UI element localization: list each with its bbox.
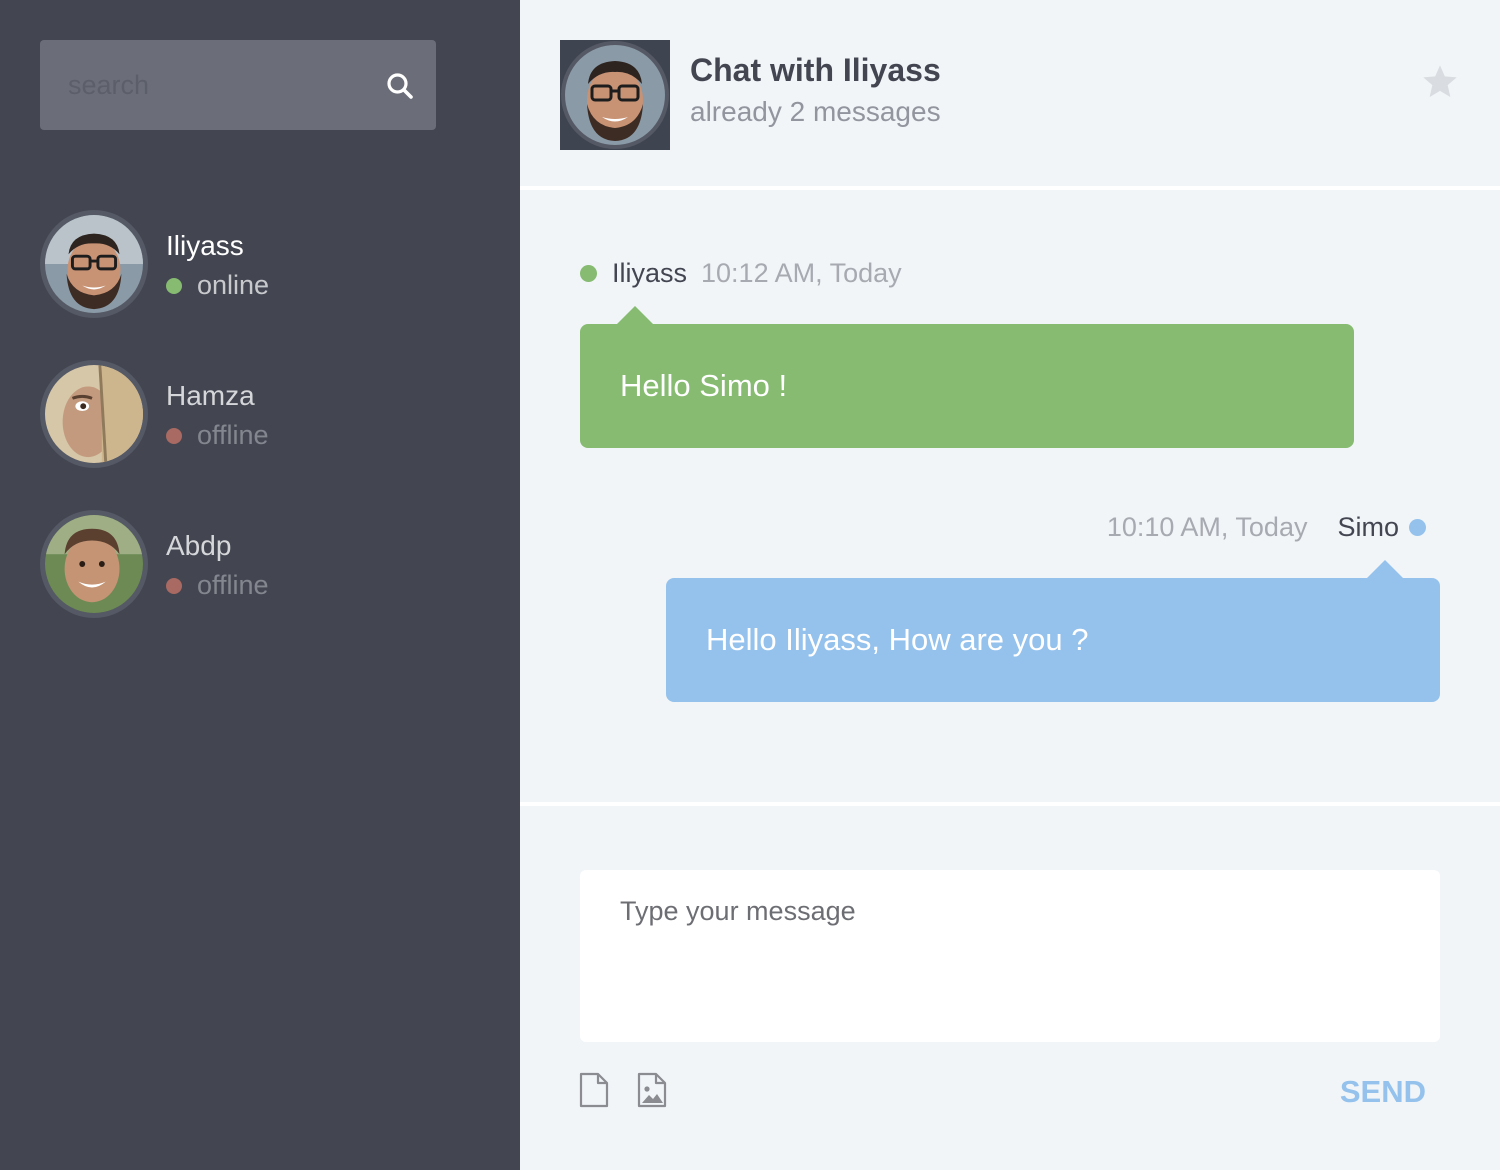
contact-status: offline <box>166 570 269 601</box>
message-count: already 2 messages <box>690 96 941 127</box>
star-icon[interactable] <box>1420 62 1460 102</box>
avatar <box>40 210 148 318</box>
contact-item-hamza[interactable]: Hamza offline <box>40 360 480 470</box>
message-text: Hello Simo ! <box>620 368 788 403</box>
message-meta: 10:10 AM, Today Simo <box>1107 512 1426 543</box>
message-meta: Iliyass 10:12 AM, Today <box>580 258 902 289</box>
message-text: Hello Iliyass, How are you ? <box>706 622 1089 657</box>
status-label: offline <box>197 420 269 450</box>
message-composer: SEND <box>520 802 1500 1170</box>
contact-name: Hamza <box>166 380 255 411</box>
message-author: Iliyass <box>612 258 688 288</box>
contacts-sidebar: Iliyass online Hamza offline <box>0 0 520 1170</box>
contact-name: Iliyass <box>166 230 244 261</box>
contact-status: offline <box>166 420 269 451</box>
online-status-dot <box>1409 519 1426 536</box>
contact-item-iliyass[interactable]: Iliyass online <box>40 210 480 320</box>
message-author: Simo <box>1337 512 1399 542</box>
avatar <box>560 40 670 150</box>
contact-name: Abdp <box>166 530 232 561</box>
search-box <box>40 40 436 130</box>
chat-title: Chat with Iliyass <box>690 52 941 88</box>
status-label: offline <box>197 570 269 600</box>
avatar <box>40 510 148 618</box>
search-input[interactable] <box>68 68 368 102</box>
chat-header: Chat with Iliyass already 2 messages <box>520 0 1500 190</box>
status-label: online <box>197 270 270 300</box>
avatar <box>40 360 148 468</box>
image-icon[interactable] <box>636 1072 668 1108</box>
file-icon[interactable] <box>578 1072 610 1108</box>
online-status-dot <box>580 265 597 282</box>
message-time: 10:12 AM, Today <box>701 258 902 288</box>
search-icon[interactable] <box>386 72 414 100</box>
message-bubble: Hello Simo ! <box>580 306 1354 448</box>
offline-status-dot <box>166 577 182 594</box>
offline-status-dot <box>166 427 182 444</box>
message-input[interactable] <box>580 870 1440 1042</box>
send-button[interactable]: SEND <box>1340 1074 1426 1110</box>
contact-item-abdp[interactable]: Abdp offline <box>40 510 480 620</box>
contact-status: online <box>166 270 269 301</box>
message-bubble: Hello Iliyass, How are you ? <box>666 560 1440 702</box>
message-time: 10:10 AM, Today <box>1106 512 1308 542</box>
online-status-dot <box>166 277 182 294</box>
